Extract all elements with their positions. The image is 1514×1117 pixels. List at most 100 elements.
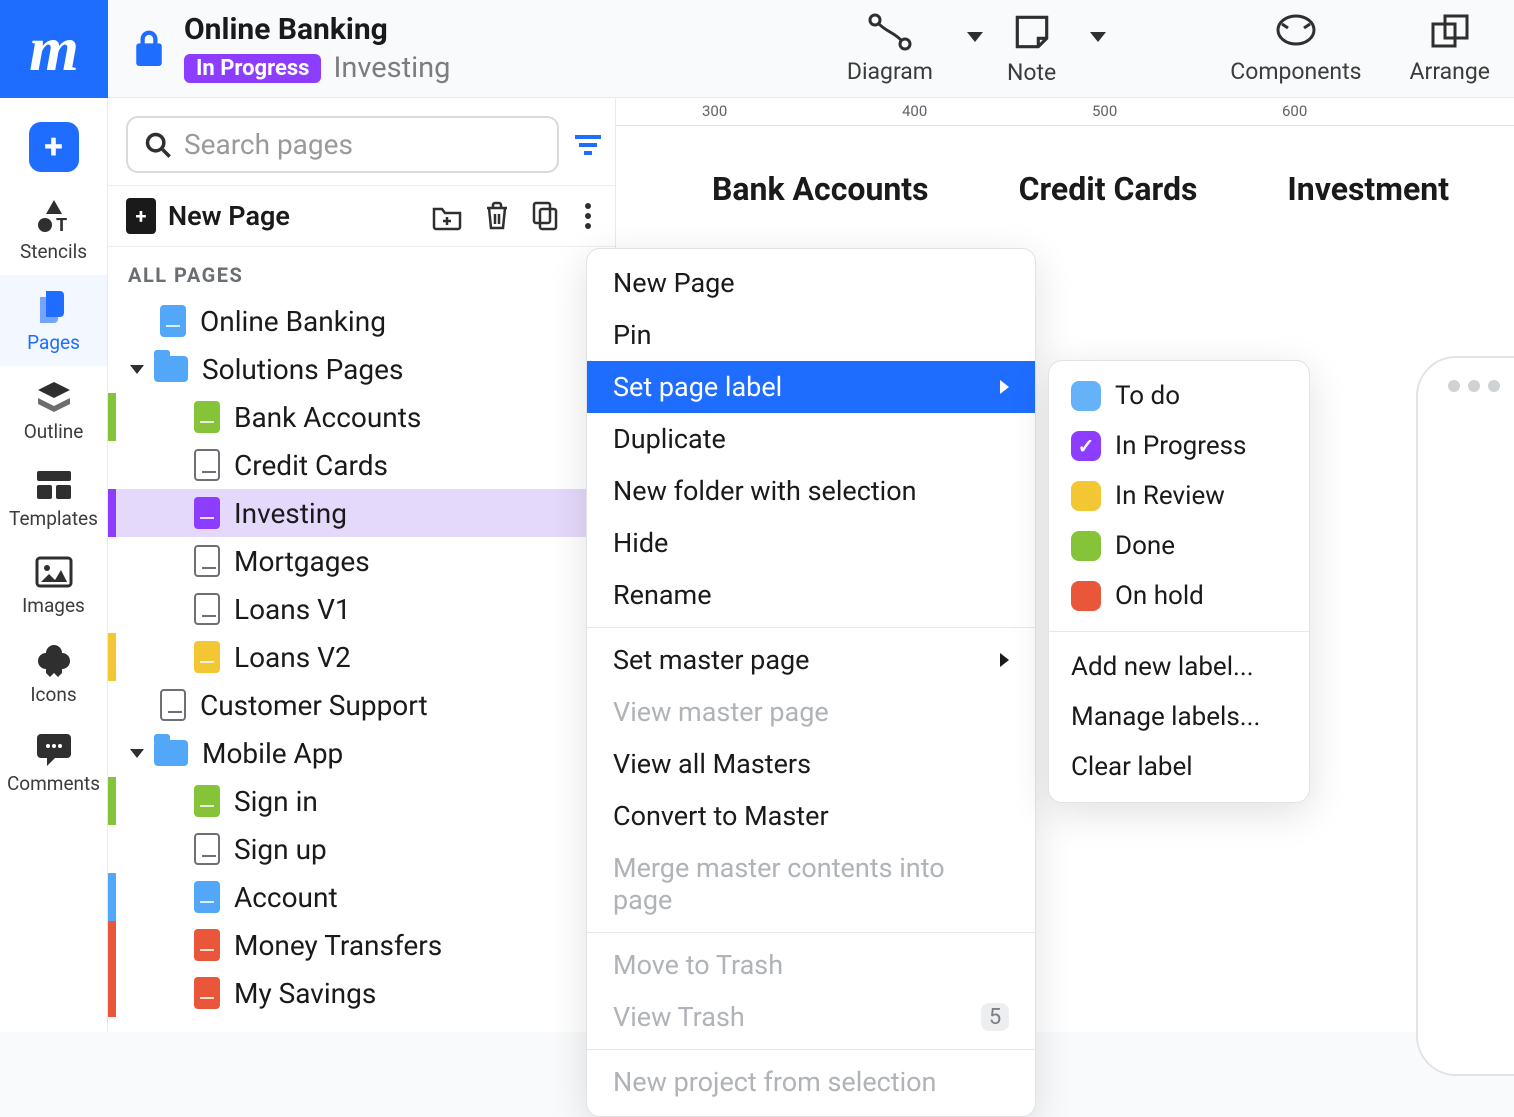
more-menu-icon[interactable]	[579, 203, 597, 229]
top-bar: Online Banking In Progress Investing Dia…	[108, 0, 1514, 98]
pages-icon	[36, 289, 72, 325]
label-action[interactable]: Add new label...	[1049, 642, 1309, 692]
canvas-tab[interactable]: Investment	[1287, 170, 1449, 208]
icons-tab[interactable]: Icons	[0, 629, 107, 718]
page-icon	[160, 689, 186, 721]
new-folder-icon[interactable]	[431, 201, 463, 231]
tree-item[interactable]: Credit Cards	[108, 441, 615, 489]
tree-item-label: Sign up	[234, 833, 327, 866]
label-option[interactable]: In Review	[1049, 471, 1309, 521]
note-button[interactable]: Note	[983, 11, 1080, 86]
tree-item-label: Account	[234, 881, 338, 914]
context-menu-item: Move to Trash	[587, 939, 1035, 991]
copy-icon[interactable]	[531, 200, 559, 232]
chevron-right-icon	[1000, 380, 1009, 394]
trash-icon[interactable]	[483, 200, 511, 232]
chevron-down-icon[interactable]	[130, 365, 144, 374]
filter-icon[interactable]	[573, 133, 603, 157]
page-icon	[194, 977, 220, 1009]
stencils-tab[interactable]: T Stencils	[0, 184, 107, 275]
templates-tab[interactable]: Templates	[0, 455, 107, 542]
tree-item[interactable]: Sign up	[108, 825, 615, 873]
context-menu-item[interactable]: Hide	[587, 517, 1035, 569]
pages-sidebar: New Page ALL PAGES Online BankingSol	[108, 0, 616, 1032]
tree-item[interactable]: Bank Accounts	[108, 393, 615, 441]
tree-item[interactable]: Account	[108, 873, 615, 921]
search-input[interactable]	[184, 128, 541, 161]
context-menu: New PagePinSet page labelDuplicateNew fo…	[586, 248, 1036, 1117]
diagram-dropdown-caret[interactable]	[967, 32, 983, 42]
label-action[interactable]: Clear label	[1049, 742, 1309, 792]
tree-item-label: Mortgages	[234, 545, 370, 578]
components-button[interactable]: Components	[1206, 0, 1385, 97]
tree-item[interactable]: Mortgages	[108, 537, 615, 585]
context-menu-item[interactable]: View all Masters	[587, 738, 1035, 790]
new-page-button[interactable]: New Page	[126, 198, 417, 234]
status-badge: In Progress	[184, 54, 321, 83]
label-option[interactable]: In Progress	[1049, 421, 1309, 471]
page-icon	[194, 641, 220, 673]
outline-tab[interactable]: Outline	[0, 366, 107, 455]
templates-icon	[35, 469, 73, 501]
tree-item[interactable]: Customer Support	[108, 681, 615, 729]
window-control-icon	[1448, 380, 1460, 392]
tree-item[interactable]: Mobile App	[108, 729, 615, 777]
page-icon	[194, 785, 220, 817]
lock-icon[interactable]	[132, 29, 166, 69]
label-option[interactable]: To do	[1049, 371, 1309, 421]
outline-icon	[36, 380, 72, 414]
context-menu-item[interactable]: Convert to Master	[587, 790, 1035, 842]
chevron-down-icon[interactable]	[130, 749, 144, 758]
tree-item[interactable]: Solutions Pages	[108, 345, 615, 393]
tree-item-label: Bank Accounts	[234, 401, 421, 434]
left-rail: m + T Stencils Pages Outline Templ	[0, 0, 108, 1032]
tree-item-label: Customer Support	[200, 689, 428, 722]
diagram-button[interactable]: Diagram	[823, 12, 957, 85]
context-menu-item: Merge master contents into page	[587, 842, 1035, 926]
arrange-button[interactable]: Arrange	[1386, 0, 1514, 97]
note-dropdown-caret[interactable]	[1090, 32, 1106, 42]
search-input-wrapper[interactable]	[126, 116, 559, 173]
page-icon	[160, 305, 186, 337]
label-color-swatch	[1071, 531, 1101, 561]
context-menu-item[interactable]: Pin	[587, 309, 1035, 361]
images-tab[interactable]: Images	[0, 542, 107, 629]
label-option[interactable]: Done	[1049, 521, 1309, 571]
pages-tab[interactable]: Pages	[0, 275, 107, 366]
canvas-tab[interactable]: Credit Cards	[1019, 170, 1198, 208]
canvas-tab[interactable]: Bank Accounts	[712, 170, 929, 208]
page-icon	[194, 929, 220, 961]
label-color-swatch	[1071, 481, 1101, 511]
tree-item-label: Loans V2	[234, 641, 351, 674]
tree-item[interactable]: Investing	[108, 489, 615, 537]
comments-tab[interactable]: Comments	[0, 718, 107, 807]
tree-item[interactable]: Online Banking	[108, 297, 615, 345]
context-menu-item[interactable]: Set master page	[587, 634, 1035, 686]
tree-item[interactable]: My Savings	[108, 969, 615, 1017]
tree-item-label: Mobile App	[202, 737, 343, 770]
context-menu-item[interactable]: New folder with selection	[587, 465, 1035, 517]
tree-item[interactable]: Sign in	[108, 777, 615, 825]
count-badge: 5	[981, 1003, 1009, 1031]
context-menu-item[interactable]: New Page	[587, 257, 1035, 309]
tree-item[interactable]: Loans V2	[108, 633, 615, 681]
stencils-icon: T	[34, 198, 74, 234]
page-icon	[194, 833, 220, 865]
label-option[interactable]: On hold	[1049, 571, 1309, 621]
context-menu-item[interactable]: Duplicate	[587, 413, 1035, 465]
tree-item-label: Investing	[234, 497, 347, 530]
tree-item[interactable]: Loans V1	[108, 585, 615, 633]
device-frame[interactable]	[1416, 356, 1514, 1076]
label-action[interactable]: Manage labels...	[1049, 692, 1309, 742]
app-logo[interactable]: m	[0, 0, 108, 98]
new-button[interactable]: +	[0, 98, 107, 184]
folder-icon	[154, 356, 188, 382]
images-icon	[35, 556, 73, 588]
label-submenu: To doIn ProgressIn ReviewDoneOn hold Add …	[1048, 360, 1310, 803]
context-menu-item[interactable]: Rename	[587, 569, 1035, 621]
context-menu-item: View Trash5	[587, 991, 1035, 1043]
plus-icon: +	[29, 122, 79, 172]
search-icon	[144, 131, 172, 159]
tree-item[interactable]: Money Transfers	[108, 921, 615, 969]
context-menu-item[interactable]: Set page label	[587, 361, 1035, 413]
